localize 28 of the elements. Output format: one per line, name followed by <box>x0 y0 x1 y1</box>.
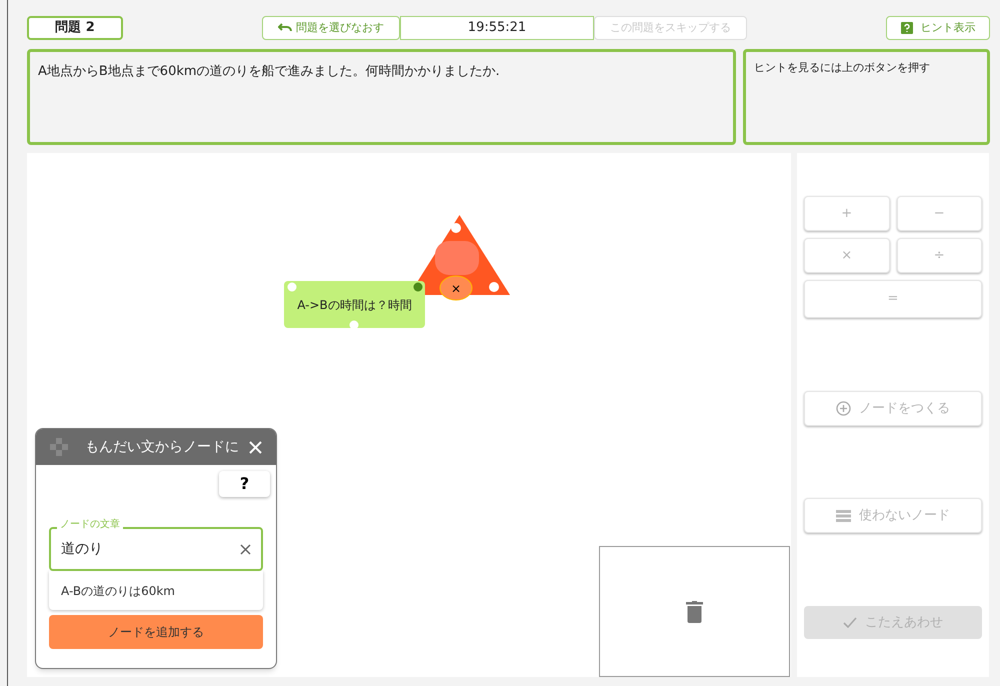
reselect-button[interactable]: 問題を選びなおす <box>262 16 400 40</box>
dialog-title: もんだい文からノードに <box>85 438 240 456</box>
canvas[interactable]: × A->Bの時間は？時間 もんだい文からノードに ? ノードの文章 道のり A-Bの道のりは60km ノードを追加する <box>27 153 791 677</box>
trash-icon <box>686 600 703 622</box>
trash-zone[interactable] <box>599 546 790 677</box>
timer: 19:55:21 <box>400 16 594 40</box>
node-label: A->Bの時間は？時間 <box>297 296 412 314</box>
field-label: ノードの文章 <box>57 518 123 532</box>
connector-dot-icon[interactable] <box>349 320 359 330</box>
add-node-button[interactable]: ノードを追加する <box>49 615 263 649</box>
field-value: 道のり <box>61 540 104 558</box>
hint-text: ヒントを見るには上のボタンを押す <box>743 49 990 145</box>
text-node[interactable]: A->Bの時間は？時間 <box>284 281 425 328</box>
connector-dot-icon[interactable] <box>413 282 423 292</box>
suggestion-item[interactable]: A-Bの道のりは60km <box>49 571 263 610</box>
clear-icon[interactable] <box>240 544 251 554</box>
undo-icon <box>278 23 292 33</box>
problem-label: 問題 2 <box>27 16 123 40</box>
move-handle-icon[interactable] <box>50 438 68 456</box>
list-icon <box>836 510 851 522</box>
problem-text: A地点からB地点まで60kmの道のりを船で進みました。何時間かかりましたか. <box>27 49 736 145</box>
help-icon <box>900 22 912 34</box>
close-icon[interactable] <box>249 440 262 454</box>
plus-circle-icon <box>836 401 851 416</box>
connector-dot-icon[interactable] <box>287 282 297 292</box>
help-button[interactable]: ? <box>219 471 270 497</box>
hint-button[interactable]: ヒント表示 <box>886 16 990 40</box>
check-icon <box>843 617 857 628</box>
